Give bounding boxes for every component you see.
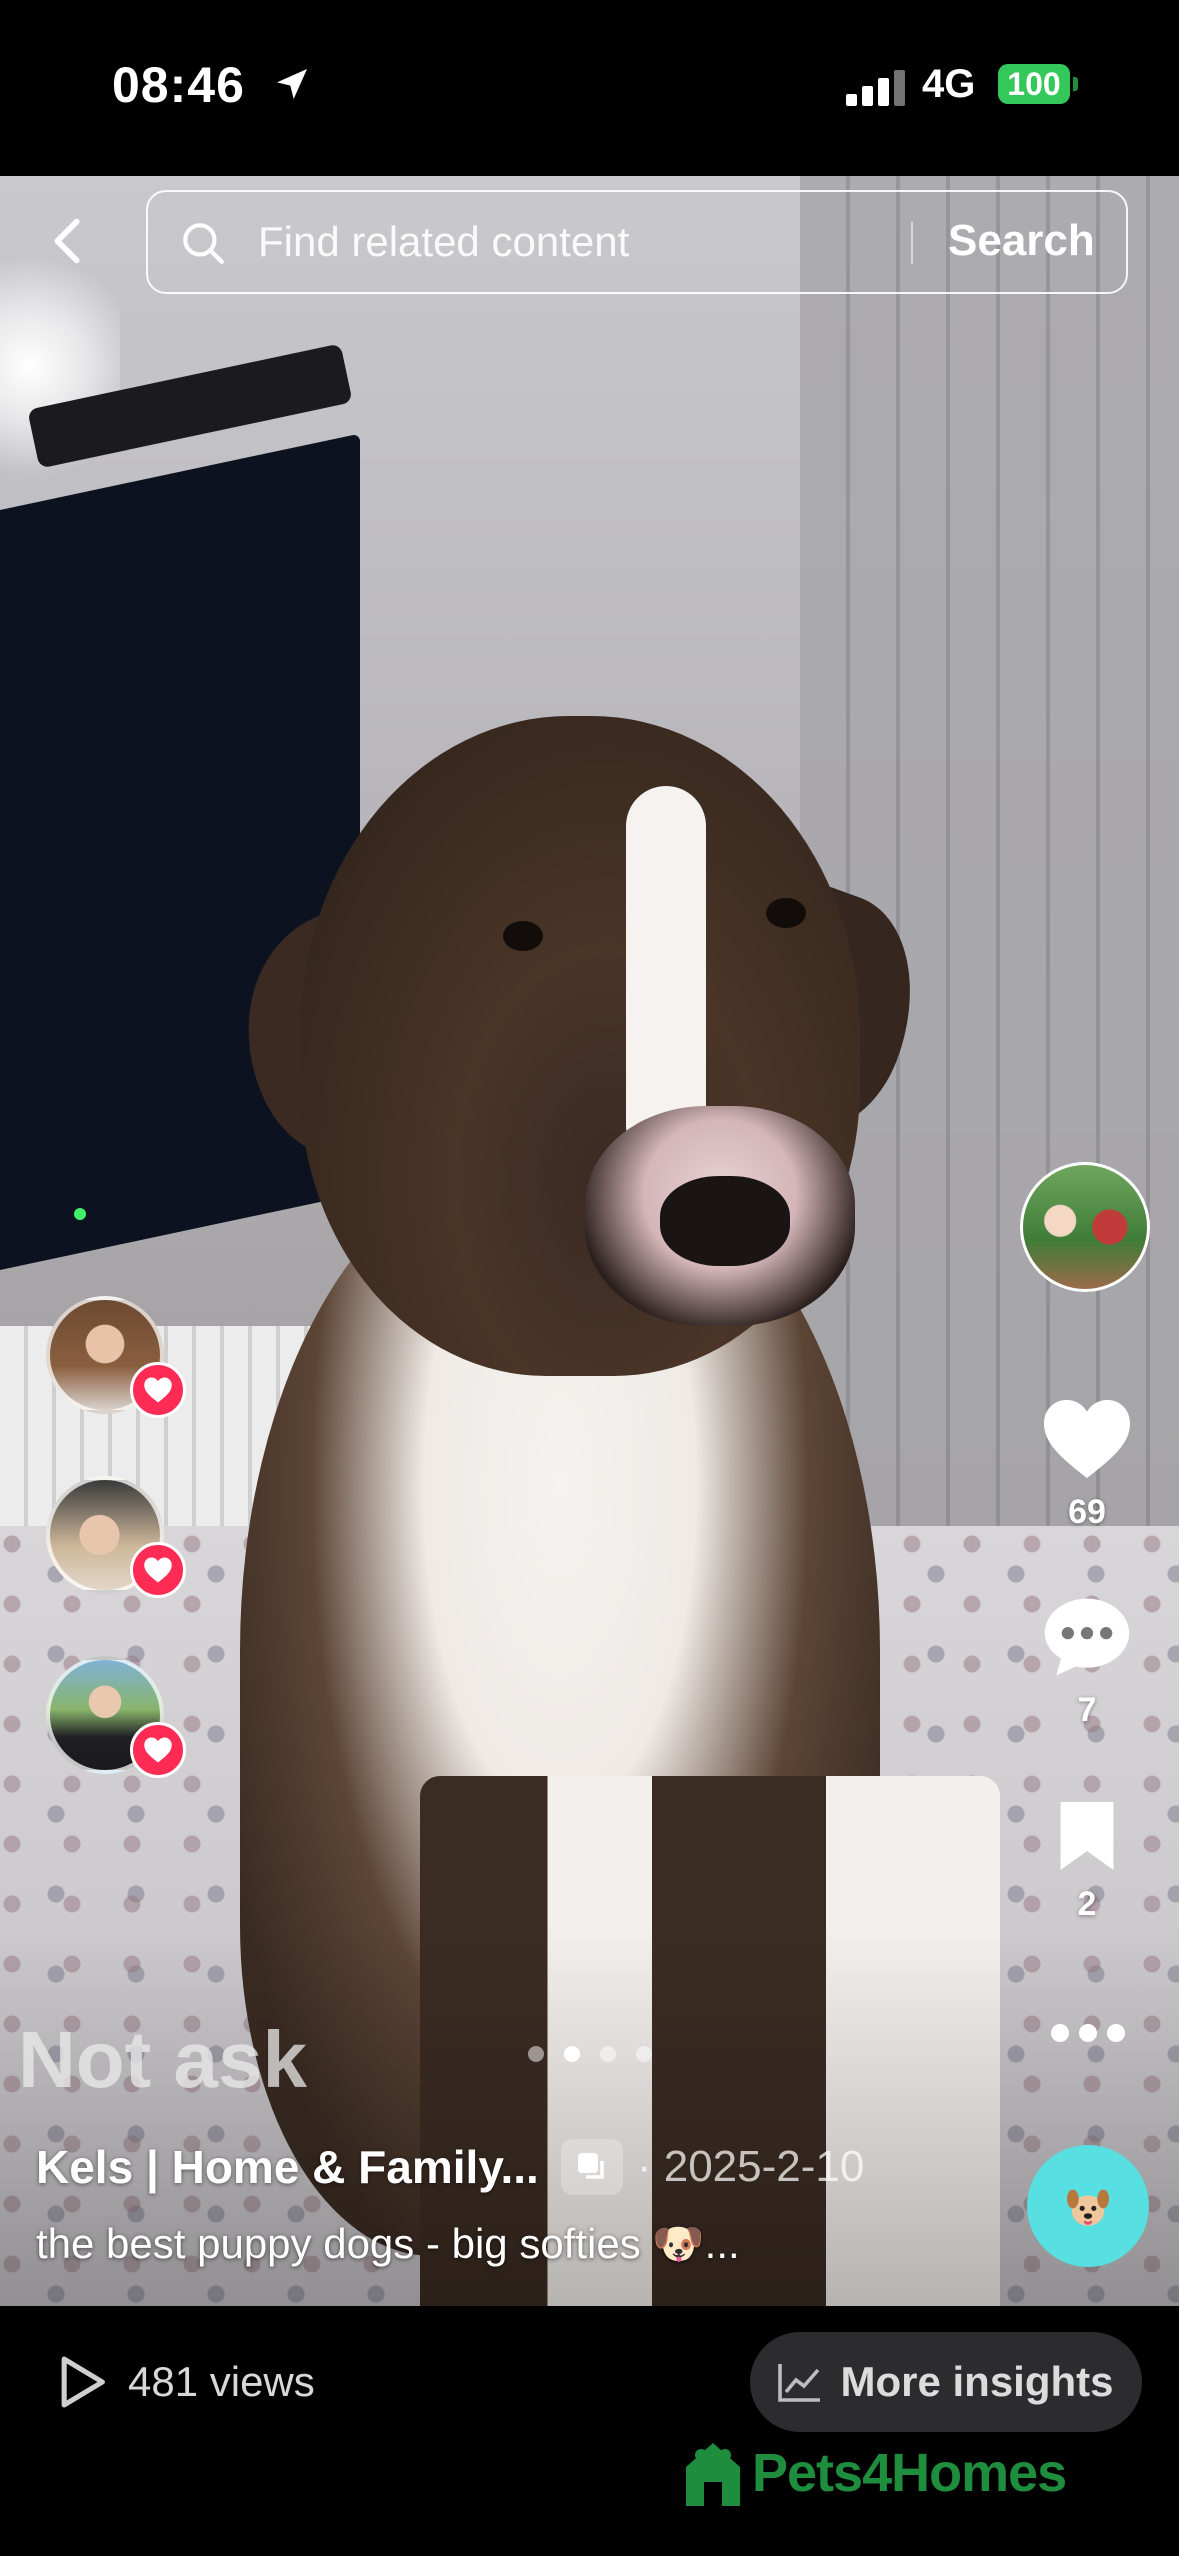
more-icon[interactable]: [1048, 2018, 1128, 2048]
more-insights-button[interactable]: More insights: [750, 2332, 1142, 2432]
battery-cap: [1073, 77, 1078, 91]
save-count: 2: [1077, 1885, 1097, 1923]
search-icon: [183, 223, 224, 264]
status-bar: 08:46 4G 100: [0, 0, 1179, 176]
view-count: 481 views: [56, 2354, 315, 2410]
liker-heart-badge: [130, 1362, 186, 1418]
pets4homes-logo-icon: [686, 2443, 740, 2506]
watermark: Pets4Homes: [680, 2436, 1067, 2510]
dog-eye: [766, 898, 806, 928]
network-type: 4G: [922, 62, 976, 106]
search-button[interactable]: Search: [948, 216, 1095, 266]
search-divider: [911, 222, 913, 264]
overlay-title: Not ask: [18, 2015, 307, 2104]
video-caption[interactable]: the best puppy dogs - big softies 🐶...: [36, 2220, 740, 2269]
more-insights-label: More insights: [840, 2358, 1114, 2405]
bottom-bar: 481 views More insights Pets4Homes: [0, 2306, 1179, 2556]
views-label: 481 views: [128, 2358, 315, 2405]
author-name[interactable]: Kels | Home & Family...: [36, 2140, 539, 2194]
pet-icon: [1067, 2189, 1109, 2226]
creator-avatar[interactable]: [1020, 1162, 1150, 1292]
tv-led: [74, 1208, 86, 1220]
status-time: 08:46: [112, 57, 245, 113]
heart-icon: [144, 1377, 172, 1403]
comment-icon: [1044, 1598, 1130, 1676]
pet-sticker-button[interactable]: [1027, 2145, 1149, 2267]
carousel-dot: [636, 2046, 652, 2062]
search-input[interactable]: Find related content: [258, 218, 629, 266]
dog-eye: [503, 921, 543, 951]
insights-icon: [778, 2364, 821, 2402]
carousel-dot: [528, 2046, 544, 2062]
back-icon[interactable]: [38, 212, 96, 270]
wall-panel: [800, 176, 1179, 1526]
signal-icon: [846, 66, 908, 106]
search-bar[interactable]: Find related content Search: [146, 190, 1128, 294]
heart-icon: [144, 1737, 172, 1763]
location-arrow-icon: [277, 69, 307, 99]
heart-icon: [1044, 1399, 1130, 1479]
comment-button[interactable]: 7: [1030, 1594, 1144, 1730]
like-count: 69: [1068, 1493, 1106, 1531]
author-row: Kels | Home & Family... · 2025-2-10: [36, 2132, 864, 2202]
liker-heart-badge: [130, 1722, 186, 1778]
carousel-dot: [600, 2046, 616, 2062]
liker-avatar[interactable]: [46, 1476, 186, 1598]
comment-count: 7: [1077, 1691, 1097, 1729]
heart-icon: [144, 1557, 172, 1583]
video-player[interactable]: [0, 176, 1179, 2306]
liker-heart-badge: [130, 1542, 186, 1598]
battery-indicator: 100: [998, 64, 1070, 104]
carousel-indicator: [528, 2046, 668, 2066]
post-date: · 2025-2-10: [636, 2142, 865, 2191]
liker-avatar[interactable]: [46, 1296, 186, 1418]
carousel-dot-active: [564, 2046, 580, 2062]
bookmark-icon: [1060, 1802, 1114, 1870]
dog-nose: [660, 1176, 790, 1266]
liker-avatar[interactable]: [46, 1656, 186, 1778]
photo-mode-icon: [560, 2139, 623, 2195]
save-button[interactable]: 2: [1030, 1798, 1144, 1924]
like-button[interactable]: 69: [1030, 1396, 1144, 1532]
play-icon: [61, 2356, 105, 2408]
watermark-label: Pets4Homes: [752, 2443, 1067, 2503]
